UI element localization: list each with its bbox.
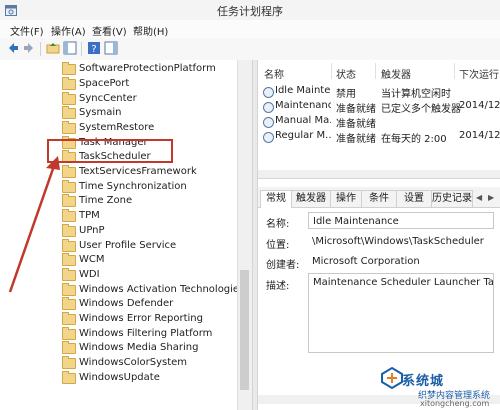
task-icon [263,132,274,143]
menu-help[interactable]: 帮助(H) [133,23,168,38]
folder-icon [62,194,76,207]
folder-icon [62,297,76,310]
tab-history[interactable]: 历史记录 [431,190,473,207]
folder-icon [62,92,76,105]
location-value: \Microsoft\Windows\TaskScheduler [308,233,494,250]
tab-general[interactable]: 常规 [260,190,292,208]
task-row[interactable]: Idle Mainte... 禁用 当计算机空闲时 [258,84,500,100]
tab-settings[interactable]: 设置 [396,190,432,207]
task-icon [263,87,274,98]
menu-view[interactable]: 查看(V) [92,23,127,38]
help-icon[interactable]: ? [87,41,101,55]
task-next-run: 2014/12/ [459,130,500,141]
toolbar: ? [0,38,500,61]
folder-icon [62,253,76,266]
highlight-box [47,139,173,163]
task-row[interactable]: Manual Ma... 准备就绪 [258,114,500,130]
tree-scrollbar[interactable] [237,60,252,410]
folder-icon [62,62,76,75]
folder-icon [62,239,76,252]
folder-icon [62,224,76,237]
show-hide-tree-icon[interactable] [63,41,77,55]
window-title: 任务计划程序 [217,5,283,18]
folder-icon [62,312,76,325]
watermark-title: 系统城 [402,374,445,389]
menu-bar: 文件(F) 操作(A) 查看(V) 帮助(H) [0,20,500,38]
folder-icon [62,268,76,281]
task-trigger: 当计算机空闲时 [381,89,451,100]
forward-arrow-icon[interactable] [22,41,36,55]
tab-scroll-left-icon[interactable]: ◀ [476,193,482,202]
task-name: Manual Ma... [275,115,331,126]
svg-text:?: ? [91,44,96,55]
task-name: Regular M... [275,130,331,141]
column-header-trigger[interactable]: 触发器 [381,66,411,81]
title-bar: 任务计划程序 [0,0,500,21]
column-separator [375,63,376,79]
description-field[interactable]: Maintenance Scheduler Launcher Task [308,273,494,353]
folder-icon [62,327,76,340]
task-next-run: 2014/12/ [459,100,500,111]
menu-action[interactable]: 操作(A) [51,23,86,38]
name-label: 名称: [266,219,290,230]
tree-scrollbar-thumb[interactable] [240,270,249,390]
author-label: 创建者: [266,260,300,271]
description-label: 描述: [266,281,290,292]
tab-scroll-right-icon[interactable]: ▶ [488,193,494,202]
folder-icon [62,77,76,90]
tab-conditions[interactable]: 条件 [361,190,397,207]
folder-icon [62,283,76,296]
author-value: Microsoft Corporation [308,253,494,270]
task-icon [263,117,274,128]
task-status: 准备就绪 [336,104,376,115]
menu-file[interactable]: 文件(F) [10,23,44,38]
toolbar-separator [81,42,82,56]
task-list-scrollbar[interactable] [258,170,500,178]
watermark: 系统城 织梦内容管理系统 xitongcheng.com [380,352,498,408]
folder-icon [62,371,76,384]
column-header-status[interactable]: 状态 [336,66,356,81]
task-trigger: 在每天的 2:00 [381,134,447,145]
folder-tree: SoftwareProtectionPlatform SpacePort Syn… [0,60,237,410]
task-name: Idle Mainte... [275,85,331,96]
task-row[interactable]: Regular M... 准备就绪 在每天的 2:00 2014/12/ [258,129,500,145]
name-field[interactable]: Idle Maintenance [308,212,494,229]
detail-tabs: 常规 触发器 操作 条件 设置 历史记录 ◀ ▶ [258,187,500,208]
folder-icon [62,121,76,134]
folder-icon [62,356,76,369]
location-label: 位置: [266,240,290,251]
show-hide-action-pane-icon[interactable] [104,41,118,55]
task-status: 准备就绪 [336,134,376,145]
watermark-logo-icon [381,366,403,390]
column-header-name[interactable]: 名称 [264,66,284,81]
folder-icon [62,209,76,222]
task-row[interactable]: Maintenanc... 准备就绪 已定义多个触发器 2014/12/ [258,99,500,115]
column-header-next-run[interactable]: 下次运行 [459,66,499,81]
folder-icon [62,165,76,178]
column-separator [331,63,332,79]
task-status: 准备就绪 [336,119,376,130]
task-icon [263,102,274,113]
folder-icon [62,106,76,119]
back-arrow-icon[interactable] [6,41,20,55]
watermark-url: xitongcheng.com [420,399,490,408]
task-trigger: 已定义多个触发器 [381,104,461,115]
tab-triggers[interactable]: 触发器 [291,190,331,207]
task-name: Maintenanc... [275,100,331,111]
toolbar-separator [40,42,41,56]
task-status: 禁用 [336,89,356,100]
column-separator [454,63,455,79]
tab-actions[interactable]: 操作 [330,190,362,207]
task-list: 名称 状态 触发器 下次运行 Idle Mainte... 禁用 当计算机空闲时… [258,60,500,179]
folder-icon [62,341,76,354]
up-folder-icon[interactable] [46,41,60,55]
folder-icon [62,180,76,193]
